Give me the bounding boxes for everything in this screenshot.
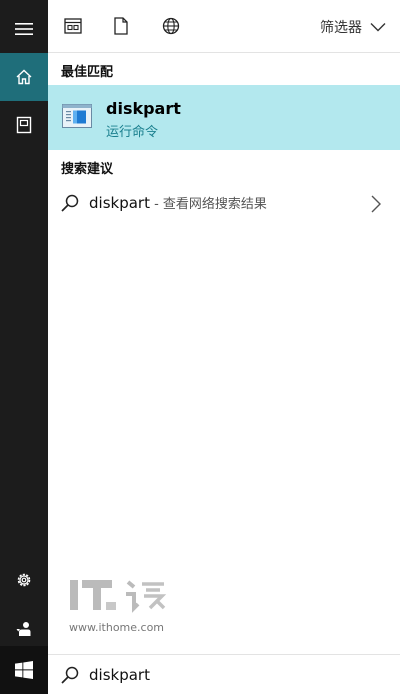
home-button[interactable]: [0, 53, 48, 101]
search-icon: [61, 194, 79, 212]
best-match-title: diskpart: [106, 99, 181, 118]
best-match-heading: 最佳匹配: [61, 65, 114, 80]
notebook-icon: [16, 116, 32, 134]
watermark-url: www.ithome.com: [69, 621, 165, 634]
feedback-icon: [16, 622, 31, 636]
search-input[interactable]: [89, 663, 379, 687]
best-match-subtitle: 运行命令: [106, 125, 159, 140]
hamburger-menu-button[interactable]: [0, 5, 48, 53]
chevron-down-icon: [370, 23, 386, 32]
start-button[interactable]: [0, 646, 48, 694]
settings-button[interactable]: [0, 556, 48, 604]
suggestion-term: diskpart: [89, 194, 150, 212]
top-toolbar: 筛选器: [48, 0, 400, 53]
search-bar: [48, 654, 400, 694]
best-match-result[interactable]: diskpart 运行命令: [48, 85, 400, 150]
suggestion-item[interactable]: diskpart - 查看网络搜索结果: [48, 186, 400, 222]
globe-icon: [162, 17, 180, 35]
web-filter-button[interactable]: [159, 14, 183, 38]
apps-filter-button[interactable]: [61, 14, 85, 38]
search-icon: [61, 666, 79, 684]
suggestion-suffix: - 查看网络搜索结果: [149, 197, 267, 212]
chevron-right-icon[interactable]: [370, 194, 382, 214]
search-suggestions-heading: 搜索建议: [61, 162, 114, 177]
run-command-icon: [62, 104, 92, 128]
document-icon: [114, 17, 128, 35]
suggestion-text: diskpart - 查看网络搜索结果: [89, 193, 267, 212]
left-rail: [0, 0, 48, 694]
hamburger-menu-icon: [15, 23, 33, 35]
windows-logo-icon: [15, 661, 33, 679]
filter-label: 筛选器: [320, 20, 362, 36]
filter-dropdown[interactable]: 筛选器: [320, 14, 386, 40]
notebook-button[interactable]: [0, 101, 48, 149]
gear-icon: [17, 573, 31, 587]
documents-filter-button[interactable]: [109, 14, 133, 38]
apps-filter-icon: [64, 18, 82, 34]
home-icon: [16, 69, 32, 85]
